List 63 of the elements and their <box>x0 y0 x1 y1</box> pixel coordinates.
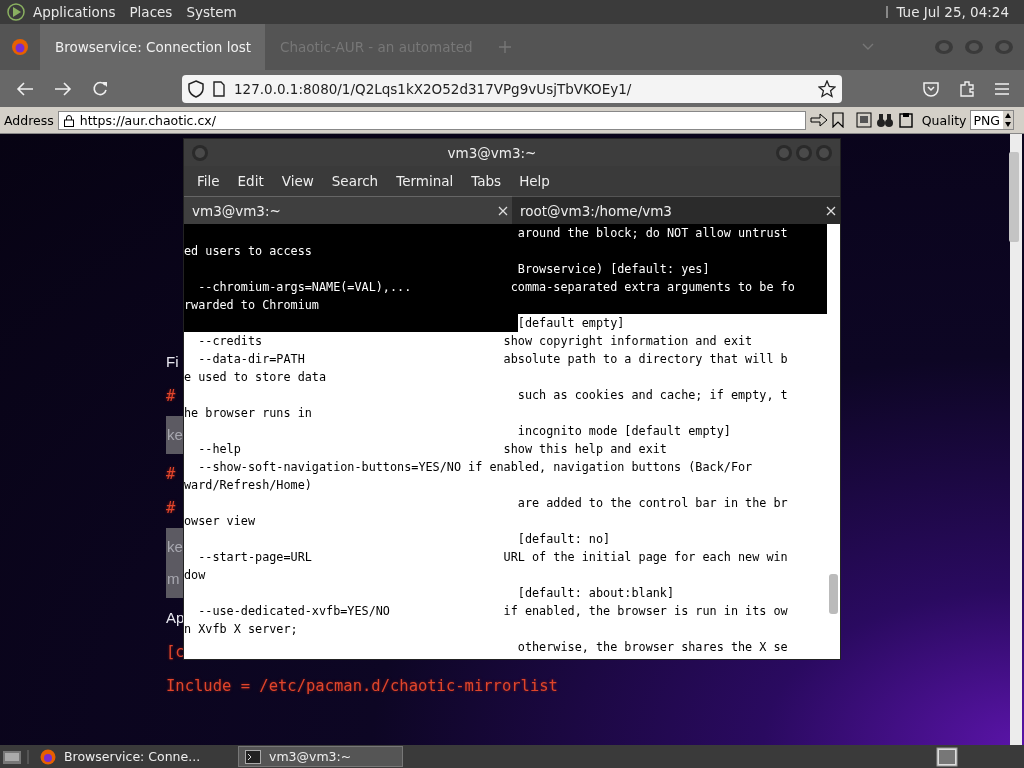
taskbar-item[interactable]: vm3@vm3:~ <box>238 746 403 767</box>
lock-icon <box>62 113 75 127</box>
paragraph: Fi <box>166 352 179 372</box>
window-control-icon <box>964 39 984 55</box>
browser-logo-icon <box>11 38 29 56</box>
quality-spinner[interactable]: PNG <box>970 110 1015 130</box>
code-line: m <box>166 569 181 589</box>
workspace-icon[interactable] <box>936 746 958 767</box>
page-icon <box>212 80 226 97</box>
new-tab-icon <box>498 40 512 54</box>
panel-menu[interactable]: Places <box>122 4 180 20</box>
terminal-tab[interactable]: vm3@vm3:~ <box>184 196 512 224</box>
browser-logo-icon <box>40 748 56 765</box>
window-control-icon <box>994 39 1014 55</box>
reload-icon <box>92 80 108 97</box>
window-control-icon <box>190 143 210 162</box>
menu-item[interactable]: View <box>272 173 323 189</box>
address-label: Address <box>4 112 54 128</box>
clipboard-icon[interactable] <box>897 112 914 128</box>
shield-icon <box>188 79 204 98</box>
code-comment: # <box>166 386 176 407</box>
scrollbar[interactable] <box>1010 134 1022 745</box>
window-control-icon <box>934 39 954 55</box>
address-field[interactable]: https://aur.chaotic.cx/ <box>57 110 806 130</box>
puzzle-icon <box>958 79 976 98</box>
star-icon <box>818 79 836 98</box>
clock: Tue Jul 25, 04:24 <box>895 4 1010 20</box>
binoculars-icon[interactable] <box>875 112 894 128</box>
go-arrow-icon[interactable] <box>809 113 828 127</box>
window-control-icon <box>814 143 834 162</box>
code-comment: [c <box>166 642 185 663</box>
menu-item[interactable]: Terminal <box>387 173 463 189</box>
chevron-down-icon <box>862 43 874 51</box>
bookmark-icon[interactable] <box>831 112 844 128</box>
code-comment: Include = /etc/pacman.d/chaotic-mirrorlist <box>166 676 558 697</box>
browser-tab[interactable]: Browservice: Connection lost <box>40 24 265 70</box>
menu-icon <box>994 81 1010 96</box>
close-icon <box>826 205 836 216</box>
code-comment: # <box>166 464 176 485</box>
window-control-icon <box>794 143 814 162</box>
forward-icon <box>54 80 72 97</box>
window-title: vm3@vm3:~ <box>446 144 538 161</box>
terminal-tab[interactable]: root@vm3:/home/vm3 <box>512 196 840 224</box>
spin-arrows-icon <box>1003 111 1014 129</box>
panel-menu[interactable]: System <box>179 4 244 20</box>
url-field[interactable]: 127.0.0.1:8080/1/Q2Lqs1kX2O52d317VPg9vUsjTbVKOEy1/ <box>182 74 842 103</box>
panel-menu[interactable]: Applications <box>26 4 123 20</box>
code-comment: # <box>166 498 176 519</box>
page-icon[interactable] <box>855 112 872 128</box>
close-icon <box>498 205 508 216</box>
terminal-icon <box>245 749 261 764</box>
menu-item[interactable]: File <box>188 173 229 189</box>
menu-item[interactable]: Search <box>322 173 388 189</box>
window-control-icon <box>774 143 794 162</box>
pocket-icon <box>922 79 940 98</box>
menu-item[interactable]: Tabs <box>462 173 511 189</box>
code-line: ke <box>166 425 184 445</box>
back-icon <box>16 80 34 97</box>
code-line: ke <box>166 537 184 557</box>
menu-item[interactable]: Help <box>510 173 559 189</box>
quality-label: Quality <box>921 112 967 128</box>
menu-item[interactable]: Edit <box>228 173 273 189</box>
menu-logo-icon <box>6 2 26 22</box>
